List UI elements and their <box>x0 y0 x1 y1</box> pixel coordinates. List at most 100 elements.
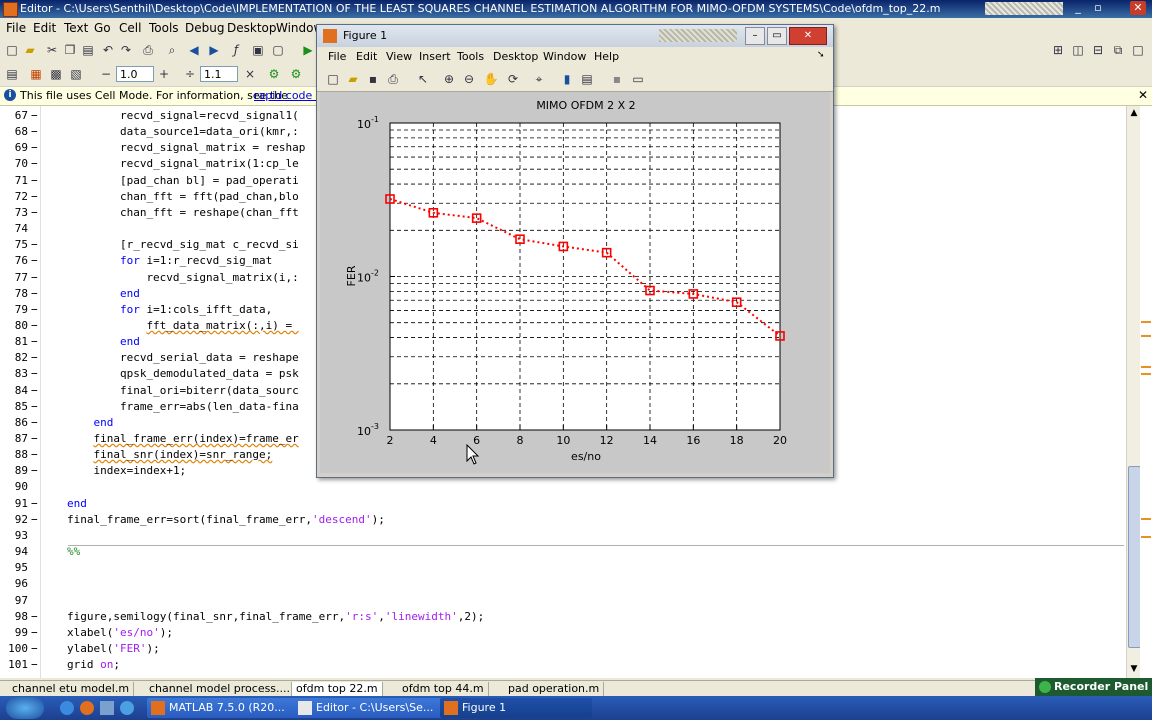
divide-button[interactable]: ÷ <box>182 66 198 82</box>
figure-menu-view[interactable]: View <box>386 50 412 63</box>
tab-ofdm-top-44[interactable]: ofdm top 44.m <box>398 682 489 696</box>
breakpoint-slot[interactable]: − <box>31 610 38 623</box>
code-line[interactable]: end <box>120 335 140 348</box>
breakpoint-slot[interactable]: − <box>31 271 38 284</box>
zoom-in-icon[interactable]: ⊕ <box>441 71 457 87</box>
figure-menu-desktop[interactable]: Desktop <box>493 50 538 63</box>
code-line[interactable]: xlabel('es/no'); <box>67 626 173 639</box>
code-line[interactable]: grid on; <box>67 658 120 671</box>
minimize-icon[interactable]: _ <box>1070 1 1086 15</box>
editor-title-bar[interactable]: Editor - C:\Users\Senthil\Desktop\Code\I… <box>0 0 1152 18</box>
figure-window[interactable]: Figure 1 – ▭ ✕ File Edit View Insert Too… <box>316 24 834 478</box>
fig-save-icon[interactable]: ▪ <box>365 71 381 87</box>
fig-open-icon[interactable]: ▰ <box>345 71 361 87</box>
breakpoint-icon[interactable]: ▣ <box>250 42 266 58</box>
breakpoint-slot[interactable]: − <box>31 174 38 187</box>
breakpoint-slot[interactable]: − <box>31 190 38 203</box>
breakpoint-slot[interactable]: − <box>31 416 38 429</box>
start-button[interactable] <box>6 697 44 719</box>
divide-value-field[interactable]: 1.1 <box>200 66 238 82</box>
code-line[interactable]: index=index+1; <box>93 464 186 477</box>
zoom-out-icon[interactable]: ⊖ <box>461 71 477 87</box>
figure-menu-help[interactable]: Help <box>594 50 619 63</box>
breakpoint-slot[interactable]: − <box>31 303 38 316</box>
quicklaunch-media-icon[interactable] <box>120 701 134 715</box>
data-cursor-icon[interactable]: ⌖ <box>531 71 547 87</box>
code-line[interactable]: end <box>120 287 140 300</box>
paste-icon[interactable]: ▤ <box>80 42 96 58</box>
back-arrow-icon[interactable]: ◀ <box>186 42 202 58</box>
fig-print-icon[interactable]: ⎙ <box>385 71 401 87</box>
code-line[interactable]: chan_fft = fft(pad_chan,blo <box>120 190 299 203</box>
code-line[interactable]: figure,semilogy(final_snr,final_frame_er… <box>67 610 484 623</box>
warning-marker[interactable] <box>1141 335 1151 337</box>
breakpoint-slot[interactable]: − <box>31 206 38 219</box>
breakpoint-slot[interactable]: − <box>31 642 38 655</box>
increment-button[interactable]: + <box>156 66 172 82</box>
print-icon[interactable]: ⎙ <box>140 42 156 58</box>
breakpoint-slot[interactable]: − <box>31 400 38 413</box>
warning-marker[interactable] <box>1141 536 1151 538</box>
code-line[interactable]: for i=1:r_recvd_sig_mat <box>120 254 272 267</box>
new-file-icon[interactable]: □ <box>4 42 20 58</box>
tab-ofdm-top-22[interactable]: ofdm top 22.m <box>291 682 383 696</box>
warning-marker[interactable] <box>1141 373 1151 375</box>
code-line[interactable]: final_frame_err=sort(final_frame_err,'de… <box>67 513 385 526</box>
menu-text[interactable]: Text <box>64 21 88 35</box>
breakpoint-slot[interactable]: − <box>31 432 38 445</box>
breakpoint-slot[interactable]: − <box>31 335 38 348</box>
cell-insert-icon[interactable]: ▦ <box>28 66 44 82</box>
figure-title-bar[interactable]: Figure 1 – ▭ ✕ <box>317 25 833 47</box>
menu-file[interactable]: File <box>6 21 26 35</box>
multiply-button[interactable]: × <box>242 66 258 82</box>
quicklaunch-desktop-icon[interactable] <box>100 701 114 715</box>
decrement-button[interactable]: − <box>98 66 114 82</box>
cell-run-icon[interactable]: ⚙ <box>266 66 282 82</box>
code-line[interactable]: recvd_signal_matrix = reshap <box>120 141 305 154</box>
breakpoint-slot[interactable]: − <box>31 287 38 300</box>
cut-icon[interactable]: ✂ <box>44 42 60 58</box>
show-plot-tools-icon[interactable]: ▭ <box>630 71 646 87</box>
breakpoint-slot[interactable]: − <box>31 497 38 510</box>
scroll-up-icon[interactable]: ▲ <box>1128 108 1140 120</box>
rotate-icon[interactable]: ⟳ <box>505 71 521 87</box>
colorbar-icon[interactable]: ▮ <box>559 71 575 87</box>
tab-channel-etu-model[interactable]: channel etu model.m <box>8 682 135 696</box>
code-line[interactable]: final_ori=biterr(data_sourc <box>120 384 299 397</box>
breakpoint-slot[interactable]: − <box>31 464 38 477</box>
breakpoint-slot[interactable]: − <box>31 513 38 526</box>
warning-marker[interactable] <box>1141 366 1151 368</box>
breakpoint-slot[interactable]: − <box>31 238 38 251</box>
fig-new-icon[interactable]: □ <box>325 71 341 87</box>
code-line[interactable]: frame_err=abs(len_data-fina <box>120 400 299 413</box>
menu-debug[interactable]: Debug <box>185 21 224 35</box>
code-line[interactable]: fft_data_matrix(:,i) = <box>146 319 298 332</box>
open-folder-icon[interactable]: ▰ <box>22 42 38 58</box>
fig-pointer-icon[interactable]: ↖ <box>415 71 431 87</box>
figure-menu-insert[interactable]: Insert <box>419 50 451 63</box>
breakpoint-slot[interactable]: − <box>31 157 38 170</box>
breakpoint-slot[interactable]: − <box>31 367 38 380</box>
breakpoint-slot[interactable]: − <box>31 448 38 461</box>
run-icon[interactable]: ▶ <box>300 42 316 58</box>
breakpoint-slot[interactable]: − <box>31 254 38 267</box>
code-line[interactable]: [r_recvd_sig_mat c_recvd_si <box>120 238 299 251</box>
tab-pad-operation[interactable]: pad operation.m <box>504 682 605 696</box>
menu-edit[interactable]: Edit <box>33 21 56 35</box>
code-line[interactable]: qpsk_demodulated_data = psk <box>120 367 299 380</box>
cell-eval-icon[interactable]: ▤ <box>4 66 20 82</box>
code-line[interactable]: recvd_signal_matrix(1:cp_le <box>120 157 299 170</box>
breakpoint-slot[interactable]: − <box>31 319 38 332</box>
undo-icon[interactable]: ↶ <box>100 42 116 58</box>
breakpoint-slot[interactable]: − <box>31 351 38 364</box>
code-line[interactable]: [pad_chan bl] = pad_operati <box>120 174 299 187</box>
cell-eval-advance-icon[interactable]: ▧ <box>68 66 84 82</box>
breakpoint-slot[interactable]: − <box>31 109 38 122</box>
find-icon[interactable]: ⌕ <box>164 42 180 58</box>
quicklaunch-ie-icon[interactable] <box>60 701 74 715</box>
menu-go[interactable]: Go <box>94 21 111 35</box>
code-line[interactable]: data_source1=data_ori(kmr,: <box>120 125 299 138</box>
figure-menu-tools[interactable]: Tools <box>457 50 484 63</box>
undock-icon[interactable]: ⧉ <box>1110 42 1126 58</box>
forward-arrow-icon[interactable]: ▶ <box>206 42 222 58</box>
